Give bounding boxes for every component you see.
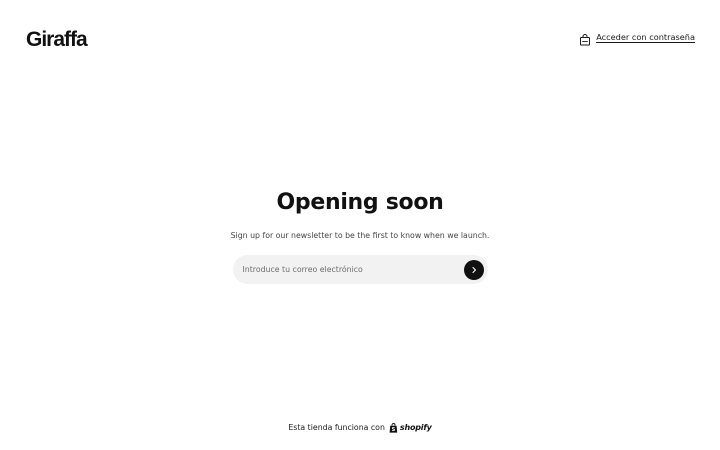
newsletter-form bbox=[232, 255, 488, 284]
email-input[interactable] bbox=[242, 265, 464, 274]
password-page: Giraffa Acceder con contraseña Opening s… bbox=[0, 0, 720, 450]
store-logo[interactable]: Giraffa bbox=[26, 26, 88, 51]
main-content: Opening soon Sign up for our newsletter … bbox=[0, 188, 720, 284]
logo-text: Giraffa bbox=[26, 28, 88, 51]
shopify-wordmark: shopify bbox=[399, 423, 432, 432]
password-login-link[interactable]: Acceder con contraseña bbox=[579, 31, 695, 46]
shopify-bag-icon: S bbox=[389, 418, 398, 437]
shopify-link[interactable]: S shopify bbox=[389, 418, 432, 437]
chevron-right-icon bbox=[470, 262, 478, 277]
svg-text:S: S bbox=[392, 427, 396, 433]
newsletter-description: Sign up for our newsletter to be the fir… bbox=[230, 231, 490, 240]
page-title: Opening soon bbox=[276, 190, 444, 215]
footer: Esta tienda funciona con S shopify bbox=[0, 418, 720, 437]
shopping-bag-icon bbox=[579, 31, 591, 46]
password-link-label: Acceder con contraseña bbox=[596, 32, 695, 42]
subscribe-button[interactable] bbox=[463, 259, 484, 280]
powered-by-text: Esta tienda funciona con bbox=[288, 423, 385, 432]
